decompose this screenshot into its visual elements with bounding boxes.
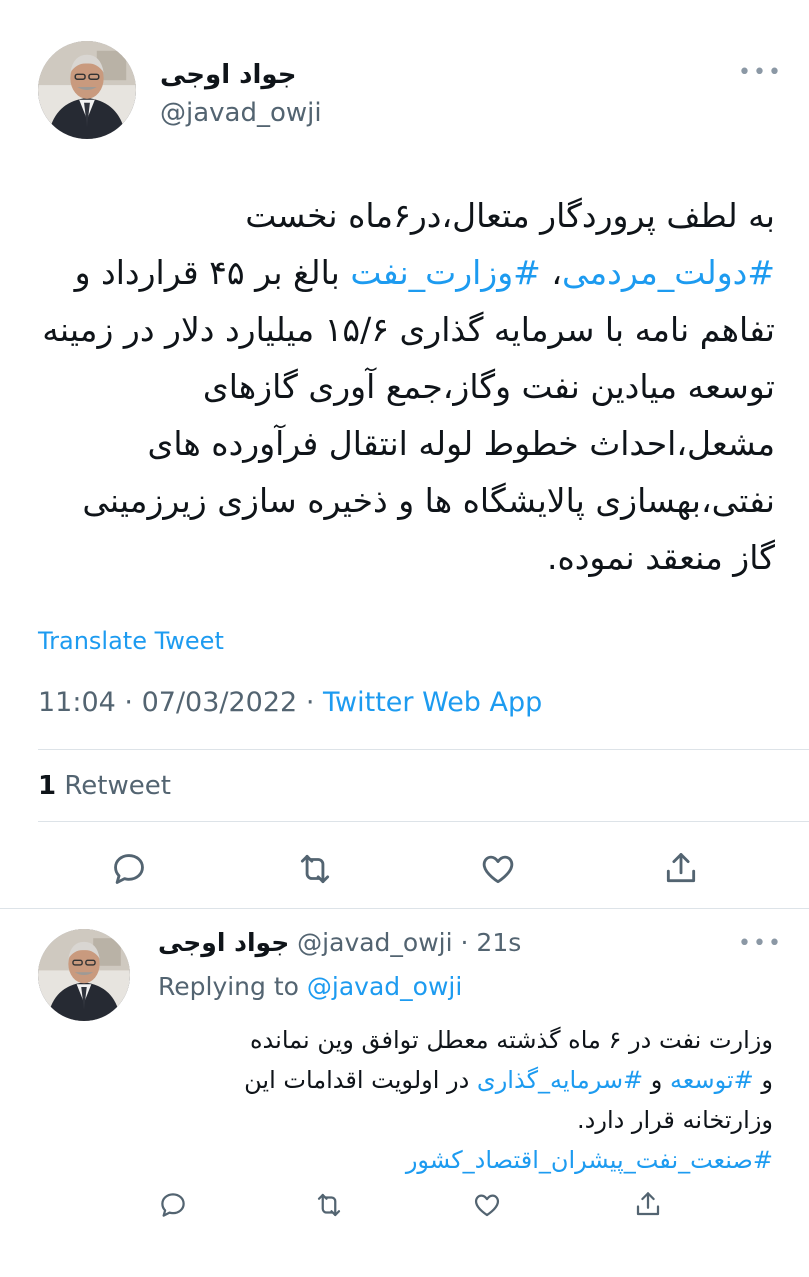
reply-text-line: وزارت نفت در ۶ ماه گذشته معطل توافق وین …	[249, 1026, 773, 1054]
hashtag-link[interactable]: #توسعه	[670, 1066, 754, 1094]
tweet-text-separator: ،	[540, 253, 562, 292]
heart-icon[interactable]	[479, 850, 517, 888]
retweet-icon[interactable]	[313, 1190, 345, 1220]
hashtag-link[interactable]: #صنعت_نفت_پیشران_اقتصاد_کشور	[158, 1140, 773, 1180]
reply-header: جواد اوجی @javad_owji · 21s	[158, 928, 521, 957]
hashtag-link[interactable]: #سرمایه_گذاری	[477, 1066, 643, 1094]
replying-to: Replying to @javad_owji	[158, 972, 462, 1001]
reply-author-name[interactable]: جواد اوجی	[158, 928, 289, 957]
meta-separator: ·	[124, 687, 133, 718]
tweet-text: به لطف پروردگار متعال،در۶ماه نخست #دولت_…	[40, 187, 775, 586]
reply-text-line: و #توسعه و #سرمایه_گذاری در اولویت اقدام…	[158, 1060, 773, 1100]
reply-text-part: و	[643, 1066, 671, 1094]
retweet-count: 1	[38, 771, 57, 801]
reply-time[interactable]: 21s	[476, 928, 521, 957]
tweet-text-part: به لطف پروردگار متعال،در۶ماه نخست	[245, 196, 775, 235]
retweet-count-stat[interactable]: 1 Retweet	[38, 771, 171, 801]
translate-tweet-link[interactable]: Translate Tweet	[38, 627, 224, 655]
reply-icon[interactable]	[110, 850, 148, 888]
divider	[38, 749, 809, 750]
reply-icon[interactable]	[158, 1190, 188, 1220]
author-handle[interactable]: @javad_owji	[160, 98, 322, 128]
tweet-text-part: بالغ بر ۴۵ قرارداد و تفاهم نامه با سرمای…	[42, 253, 775, 577]
tweet-date[interactable]: 07/03/2022	[142, 687, 298, 718]
avatar[interactable]	[38, 41, 136, 139]
tweet-time[interactable]: 11:04	[38, 687, 116, 718]
divider	[38, 821, 809, 822]
share-icon[interactable]	[662, 848, 700, 888]
heart-icon[interactable]	[472, 1190, 502, 1220]
meta-separator: ·	[305, 687, 315, 718]
reply-author-handle[interactable]: @javad_owji	[297, 928, 452, 957]
hashtag-link[interactable]: #دولت_مردمی	[562, 253, 775, 292]
more-dots-icon[interactable]: •••	[738, 931, 783, 956]
replying-to-label: Replying to	[158, 972, 299, 1001]
meta-separator: ·	[460, 928, 469, 957]
reply-text-part: در اولویت اقدامات این	[244, 1066, 477, 1094]
hashtag-link[interactable]: #وزارت_نفت	[350, 253, 540, 292]
reply-text-line: وزارتخانه قرار دارد.	[577, 1106, 773, 1134]
share-icon[interactable]	[633, 1188, 663, 1220]
divider	[0, 908, 809, 909]
replying-to-handle[interactable]: @javad_owji	[307, 972, 462, 1001]
retweet-icon[interactable]	[295, 850, 335, 888]
retweet-label: Retweet	[64, 771, 171, 801]
more-dots-icon[interactable]: •••	[738, 60, 783, 85]
author-name[interactable]: جواد اوجی	[160, 60, 296, 90]
reply-avatar[interactable]	[38, 929, 130, 1021]
reply-text: وزارت نفت در ۶ ماه گذشته معطل توافق وین …	[158, 1020, 773, 1180]
reply-text-part: و	[753, 1066, 773, 1094]
tweet-meta: 11:04 · 07/03/2022 · Twitter Web App	[38, 687, 542, 718]
tweet-source-link[interactable]: Twitter Web App	[323, 687, 542, 718]
